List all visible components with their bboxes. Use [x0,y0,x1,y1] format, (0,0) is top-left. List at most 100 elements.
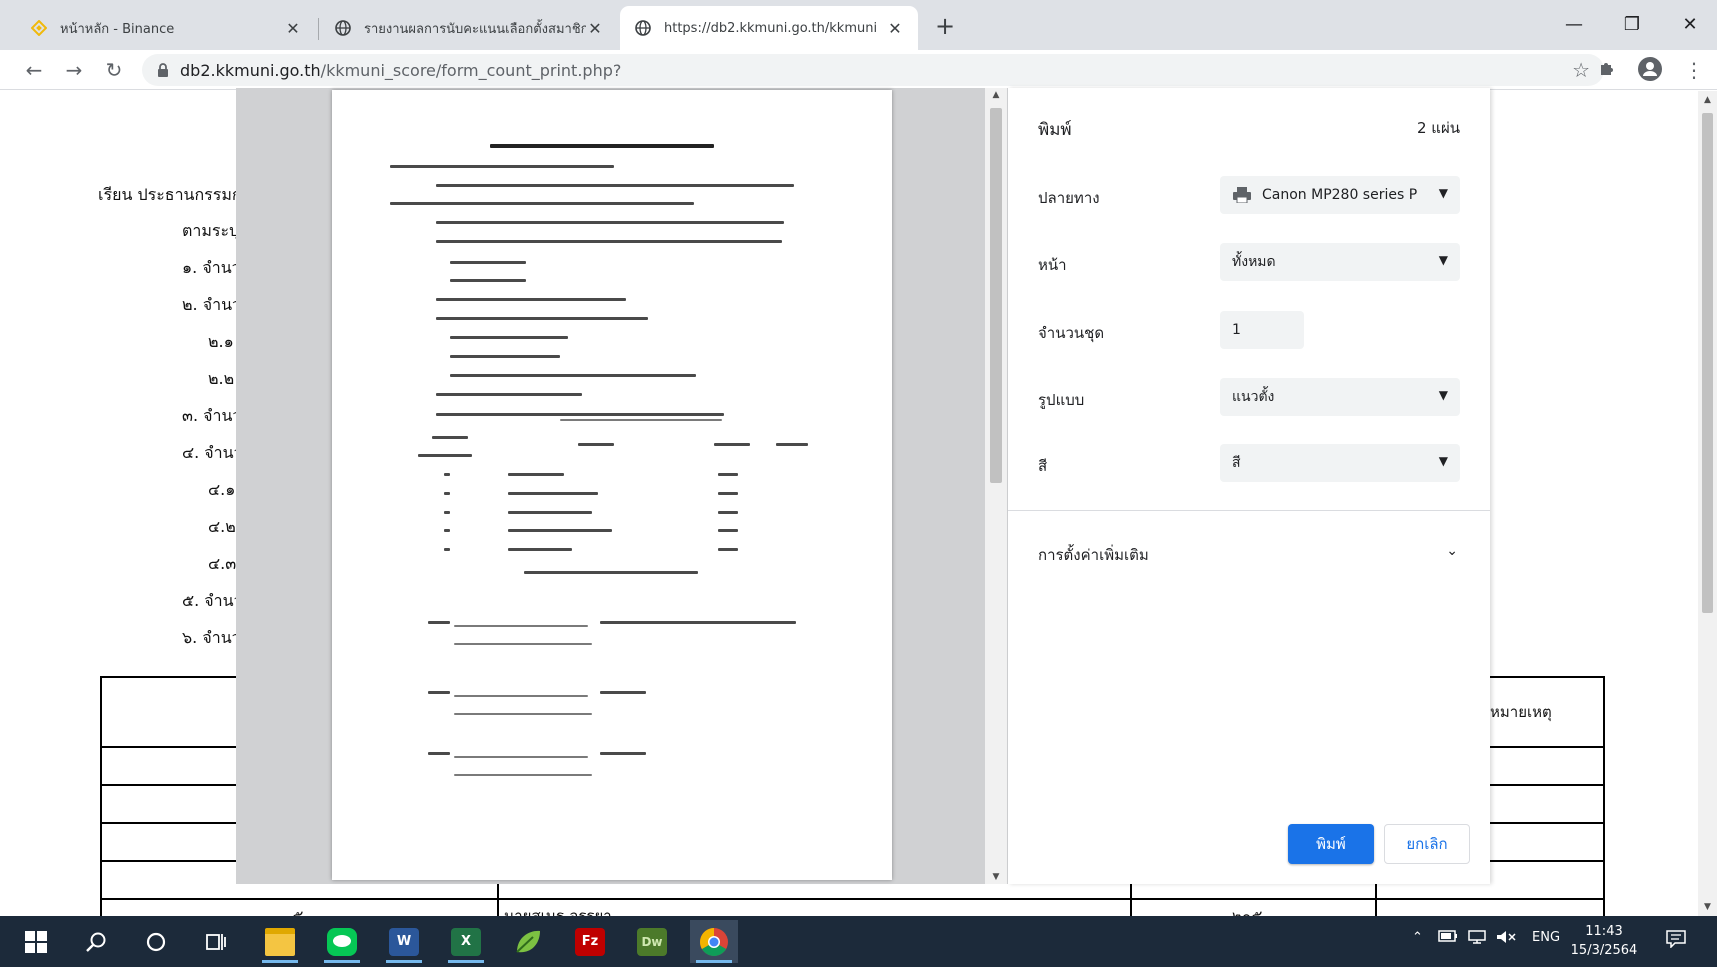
tab-election-report[interactable]: รายงานผลการนับคะแนนเลือกตั้งสมาชิกสภา ✕ [320,6,618,50]
leaf-app-icon[interactable] [504,920,552,963]
body-text: ๔.๓ [208,554,237,573]
body-text: ๒.๒ [208,369,235,388]
close-icon[interactable]: ✕ [586,19,604,38]
input-language[interactable]: ENG [1532,930,1560,945]
back-icon[interactable]: ← [18,54,50,86]
scroll-up-icon[interactable]: ▲ [985,90,1007,100]
scrollbar-thumb[interactable] [1702,113,1713,613]
forward-icon[interactable]: → [58,54,90,86]
print-button[interactable]: พิมพ์ [1288,824,1374,864]
preview-text-line [428,752,450,755]
color-value: สี [1232,455,1241,471]
close-icon[interactable]: ✕ [886,19,904,38]
preview-text-line [718,492,738,495]
preview-text-line [718,548,738,551]
filezilla-icon[interactable]: Fz [566,920,614,963]
tab-print-page[interactable]: https://db2.kkmuni.go.th/kkmuni ✕ [620,6,918,50]
globe-icon [634,19,652,37]
preview-text-line [436,413,724,416]
extensions-icon[interactable] [1594,56,1622,84]
print-preview-pane [236,88,1008,884]
scroll-down-icon[interactable]: ▼ [985,872,1007,882]
windows-start-icon[interactable] [12,920,60,963]
color-select[interactable]: สี ▼ [1220,444,1460,482]
search-icon[interactable] [72,920,120,963]
profile-icon[interactable] [1636,56,1664,84]
preview-text-line [508,492,598,495]
print-settings-panel: พิมพ์ 2 แผ่น ปลายทาง Canon MP280 series … [1008,88,1490,884]
layout-select[interactable]: แนวตั้ง ▼ [1220,378,1460,416]
preview-text-line [444,473,450,476]
battery-icon[interactable] [1438,930,1458,946]
chrome-icon[interactable] [690,920,738,963]
chevron-down-icon: ▼ [1438,186,1448,200]
chevron-up-icon[interactable]: ⌃ [1412,930,1423,945]
preview-scrollbar[interactable]: ▲ ▼ [985,88,1007,884]
preview-text-line [600,752,646,755]
preview-text-line [450,374,696,377]
divider [1008,510,1490,511]
restore-icon[interactable]: ❐ [1614,10,1650,40]
line-app-icon[interactable] [318,920,366,963]
tab-strip: หน้าหลัก - Binance ✕ รายงานผลการนับคะแนน… [0,0,1717,50]
excel-icon[interactable]: X [442,920,490,963]
chevron-down-icon: ▼ [1438,388,1448,402]
globe-icon [334,19,352,37]
dreamweaver-icon[interactable]: Dw [628,920,676,963]
preview-text-line [436,317,648,320]
network-icon[interactable] [1468,930,1486,948]
scroll-down-icon[interactable]: ▼ [1698,902,1717,912]
tab-title: รายงานผลการนับคะแนนเลือกตั้งสมาชิกสภา [364,21,586,37]
preview-text-line [714,443,750,446]
destination-label: ปลายทาง [1038,189,1100,207]
table-header-note: หมายเหตุ [1490,703,1552,721]
clock-date: 15/3/2564 [1570,943,1638,958]
clock-time: 11:43 [1585,924,1623,939]
preview-text-line [718,511,738,514]
notification-icon[interactable] [1666,930,1686,952]
bookmark-star-icon[interactable]: ☆ [1572,58,1590,82]
lock-icon [158,63,168,77]
cancel-button[interactable]: ยกเลิก [1384,824,1470,864]
preview-page[interactable] [332,90,892,880]
salutation-text: เรียน ประธานกรรมการ [98,185,260,204]
destination-select[interactable]: Canon MP280 series P ▼ [1220,176,1460,214]
preview-text-line [508,473,564,476]
tab-title: https://db2.kkmuni.go.th/kkmuni [664,20,878,36]
tab-separator [318,18,319,40]
preview-text-line [578,443,614,446]
pages-value: ทั้งหมด [1232,254,1276,270]
pages-select[interactable]: ทั้งหมด ▼ [1220,243,1460,281]
preview-text-line [454,713,592,715]
printer-icon [1233,187,1251,203]
preview-text-line [490,144,714,148]
task-view-icon[interactable] [192,920,240,963]
preview-text-line [428,691,450,694]
copies-input[interactable] [1220,311,1304,349]
preview-text-line [454,695,588,697]
tab-binance[interactable]: หน้าหลัก - Binance ✕ [16,6,316,50]
scrollbar-thumb[interactable] [990,108,1002,483]
address-bar[interactable]: db2.kkmuni.go.th/kkmuni_score/form_count… [142,54,1604,86]
file-explorer-icon[interactable] [256,920,304,963]
scroll-up-icon[interactable]: ▲ [1698,95,1717,105]
cortana-icon[interactable] [132,920,180,963]
close-icon[interactable]: ✕ [284,19,302,38]
preview-text-line [508,511,592,514]
preview-text-line [444,492,450,495]
system-clock[interactable]: 11:43 15/3/2564 [1568,922,1640,960]
menu-kebab-icon[interactable]: ⋮ [1680,56,1708,84]
word-icon[interactable]: W [380,920,428,963]
more-settings-toggle[interactable]: การตั้งค่าเพิ่มเติม ⌄ [1038,543,1458,573]
preview-text-line [450,355,560,358]
volume-muted-icon[interactable] [1496,930,1516,948]
minimize-icon[interactable]: — [1556,10,1592,40]
reload-icon[interactable]: ↻ [98,54,130,86]
layout-label: รูปแบบ [1038,391,1085,409]
close-window-icon[interactable]: ✕ [1672,10,1708,40]
page-scrollbar[interactable]: ▲ ▼ [1698,91,1717,916]
destination-value: Canon MP280 series P [1262,187,1418,203]
preview-text-line [508,529,612,532]
new-tab-button[interactable]: + [930,12,960,42]
preview-text-line [718,473,738,476]
